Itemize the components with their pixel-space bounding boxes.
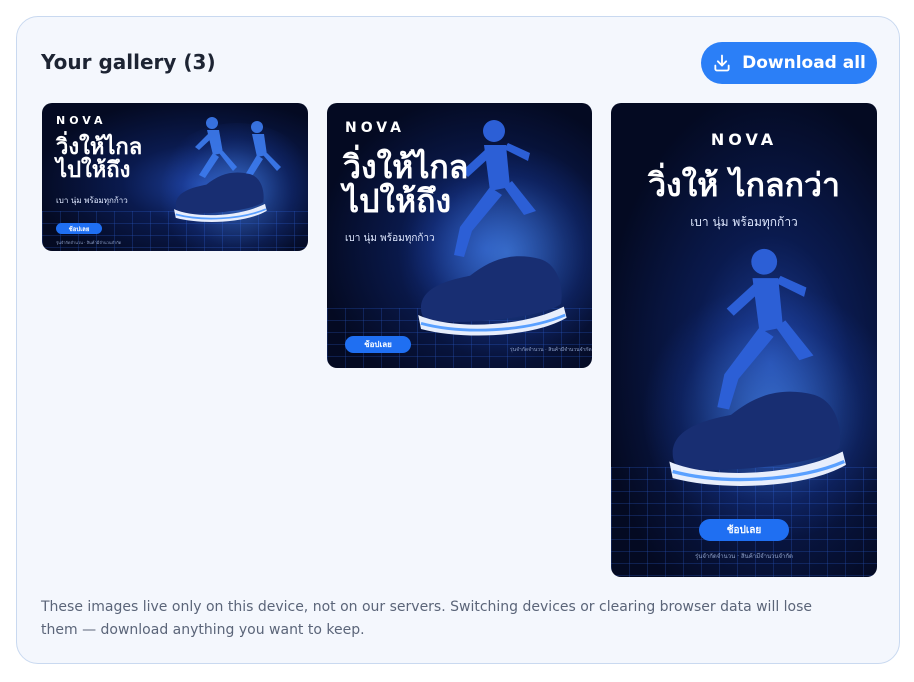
download-all-label: Download all (742, 53, 866, 73)
ad-cta-button: ช้อปเลย (56, 223, 102, 234)
shoe-illustration (174, 172, 267, 222)
ad-headline: วิ่งให้ไกล ไปให้ถึง (343, 148, 469, 220)
ad-subtitle: เบา นุ่ม พร้อมทุกก้าว (690, 215, 798, 229)
ad-subtitle: เบา นุ่ม พร้อมทุกก้าว (56, 196, 128, 205)
gallery-image-landscape[interactable]: NOVA วิ่งให้ไกล ไปให้ถึง เบา นุ่ม พร้อมท… (42, 103, 308, 251)
ad-cta-button: ช้อปเลย (699, 519, 789, 541)
gallery-image-square[interactable]: NOVA วิ่งให้ไกล ไปให้ถึง เบา นุ่ม พร้อมท… (327, 103, 592, 368)
download-icon (712, 53, 732, 73)
ad-headline: วิ่งให้ ไกลกว่า (648, 166, 840, 204)
shoe-illustration (418, 256, 567, 336)
ad-headline: วิ่งให้ไกล ไปให้ถึง (56, 135, 143, 184)
ad-cta-button: ช้อปเลย (345, 336, 411, 353)
ad-fine-print: รุ่นจำกัดจำนวน · สินค้ามีจำนวนจำกัด (695, 553, 793, 560)
gallery-panel: Your gallery (3) Download all NOVA วิ่งใ… (16, 16, 900, 664)
ad-brand: NOVA (345, 120, 405, 136)
ad-fine-print: รุ่นจำกัดจำนวน · สินค้ามีจำนวนจำกัด (56, 240, 122, 245)
shoe-illustration (669, 391, 846, 486)
ad-fine-print: รุ่นจำกัดจำนวน · สินค้ามีจำนวนจำกัด (510, 347, 592, 353)
ad-brand: NOVA (56, 114, 107, 127)
gallery-title: Your gallery (3) (41, 50, 216, 74)
gallery-image-portrait[interactable]: NOVA วิ่งให้ ไกลกว่า เบา นุ่ม พร้อมทุกก้… (611, 103, 877, 577)
storage-notice: These images live only on this device, n… (41, 599, 813, 638)
ad-brand: NOVA (710, 130, 778, 149)
ad-subtitle: เบา นุ่ม พร้อมทุกก้าว (345, 233, 435, 244)
download-all-button[interactable]: Download all (701, 42, 877, 84)
